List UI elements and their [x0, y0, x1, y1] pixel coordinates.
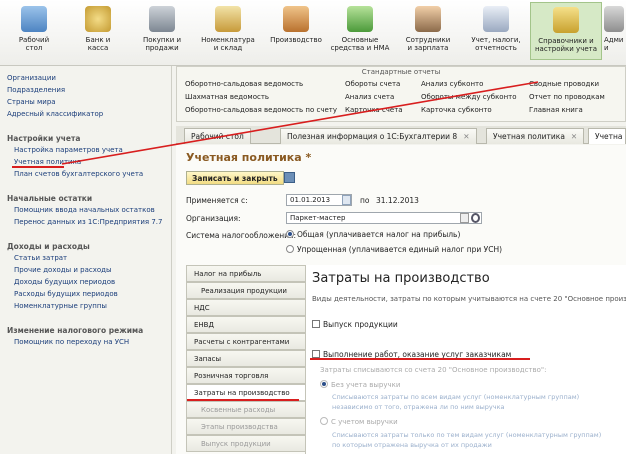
annotation-arrow — [61, 81, 539, 165]
